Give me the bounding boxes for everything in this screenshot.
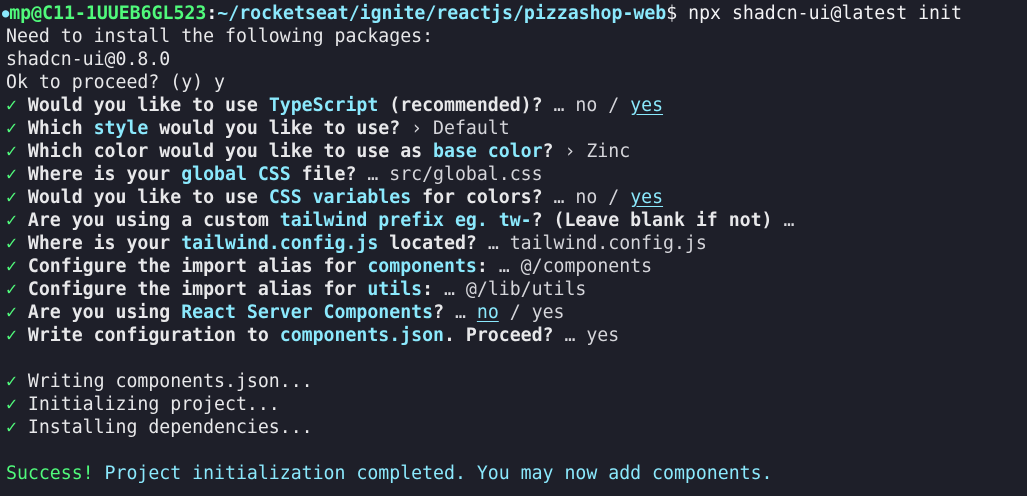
prompt-command: npx shadcn-ui@latest init (677, 3, 962, 24)
answer-text: … no / (553, 187, 631, 208)
answer-text: / yes (498, 302, 565, 323)
answer-text: … (454, 302, 477, 323)
question-highlight: utils (367, 279, 423, 300)
question-text: for colors? (411, 187, 554, 208)
question-text: ? (Leave blank if not) (531, 210, 784, 231)
answer-text: … (783, 210, 795, 231)
success-message: Project initialization completed. You ma… (93, 463, 773, 484)
check-icon: ✓ (6, 417, 17, 438)
success-line: Success! Project initialization complete… (6, 462, 1027, 485)
question-rsc: ✓ Are you using React Server Components?… (6, 301, 1027, 324)
check-icon: ✓ (6, 325, 17, 346)
step-line: ✓ Initializing project... (6, 393, 1027, 416)
question-highlight: style (93, 118, 149, 139)
question-text: Write configuration to (16, 325, 280, 346)
question-text: Which color would you like to use as (16, 141, 434, 162)
question-text: Which (16, 118, 94, 139)
question-write-config: ✓ Write configuration to components.json… (6, 324, 1027, 347)
question-highlight: tailwind.config.js (181, 233, 379, 254)
step-text: Installing dependencies... (16, 417, 313, 438)
check-icon: ✓ (6, 256, 17, 277)
check-icon: ✓ (6, 279, 17, 300)
question-text: : (476, 256, 499, 277)
step-line: ✓ Installing dependencies... (6, 416, 1027, 439)
step-text: Writing components.json... (16, 371, 313, 392)
question-highlight: base color (433, 141, 543, 162)
question-highlight: global CSS (181, 164, 291, 185)
prompt-line: ●mp@C11-1UUEB6GL523:~/rocketseat/ignite/… (2, 2, 1027, 25)
prompt-dollar: $ (666, 3, 678, 24)
answer-selected: yes (630, 95, 664, 116)
question-text: ? (542, 141, 565, 162)
question-global-css: ✓ Where is your global CSS file? … src/g… (6, 163, 1027, 186)
check-icon: ✓ (6, 95, 17, 116)
answer-selected: no (476, 302, 499, 323)
question-text: Configure the import alias for (16, 256, 368, 277)
answer-text: … @/lib/utils (444, 279, 587, 300)
question-highlight: React Server Components (181, 302, 434, 323)
check-icon: ✓ (6, 187, 17, 208)
question-base-color: ✓ Which color would you like to use as b… (6, 140, 1027, 163)
answer-text: › Default (411, 118, 510, 139)
check-icon: ✓ (6, 118, 17, 139)
question-text: (recommended)? (378, 95, 554, 116)
check-icon: ✓ (6, 164, 17, 185)
question-components-alias: ✓ Configure the import alias for compone… (6, 255, 1027, 278)
output-line: Need to install the following packages: (6, 26, 434, 47)
answer-text: … @/components (498, 256, 653, 277)
question-text: ? (433, 302, 455, 323)
question-text: Would you like to use (16, 187, 269, 208)
check-icon: ✓ (6, 210, 17, 231)
question-text: . Proceed? (444, 325, 565, 346)
answer-selected: yes (630, 187, 664, 208)
answer-text: › Zinc (564, 141, 631, 162)
question-text: Would you like to use (16, 95, 269, 116)
question-text: Configure the import alias for (16, 279, 368, 300)
answer-text: … tailwind.config.js (487, 233, 707, 254)
question-css-variables: ✓ Would you like to use CSS variables fo… (6, 186, 1027, 209)
output-line: shadcn-ui@0.8.0 (6, 49, 171, 70)
question-highlight: TypeScript (268, 95, 379, 116)
prompt-path: ~/rocketseat/ignite/reactjs/pizzashop-we… (217, 3, 667, 24)
question-highlight: CSS variables (268, 187, 412, 208)
question-highlight: tailwind prefix eg. tw- (279, 210, 532, 231)
output-line: Ok to proceed? (y) y (6, 72, 225, 93)
question-tailwind-config: ✓ Where is your tailwind.config.js locat… (6, 232, 1027, 255)
question-highlight: components (367, 256, 477, 277)
success-label: Success! (6, 463, 94, 484)
question-utils-alias: ✓ Configure the import alias for utils: … (6, 278, 1027, 301)
question-style: ✓ Which style would you like to use? › D… (6, 117, 1027, 140)
check-icon: ✓ (6, 302, 17, 323)
step-line: ✓ Writing components.json... (6, 370, 1027, 393)
question-tailwind-prefix: ✓ Are you using a custom tailwind prefix… (6, 209, 1027, 232)
question-typescript: ✓ Would you like to use TypeScript (reco… (6, 94, 1027, 117)
check-icon: ✓ (6, 394, 17, 415)
question-highlight: components.json (279, 325, 444, 346)
step-text: Initializing project... (16, 394, 280, 415)
terminal-window[interactable]: ●mp@C11-1UUEB6GL523:~/rocketseat/ignite/… (0, 0, 1027, 496)
question-text: file? (290, 164, 368, 185)
prompt-colon: : (206, 3, 218, 24)
question-text: located? (378, 233, 488, 254)
question-text: Where is your (16, 233, 182, 254)
question-text: Where is your (16, 164, 182, 185)
check-icon: ✓ (6, 371, 17, 392)
question-text: Are you using (16, 302, 182, 323)
check-icon: ✓ (6, 233, 17, 254)
question-text: : (422, 279, 445, 300)
question-text: would you like to use? (148, 118, 412, 139)
answer-text: … src/global.css (367, 164, 543, 185)
answer-text: … yes (564, 325, 620, 346)
answer-text: … no / (553, 95, 631, 116)
prompt-user-host: mp@C11-1UUEB6GL523 (9, 3, 207, 24)
question-text: Are you using a custom (16, 210, 280, 231)
check-icon: ✓ (6, 141, 17, 162)
